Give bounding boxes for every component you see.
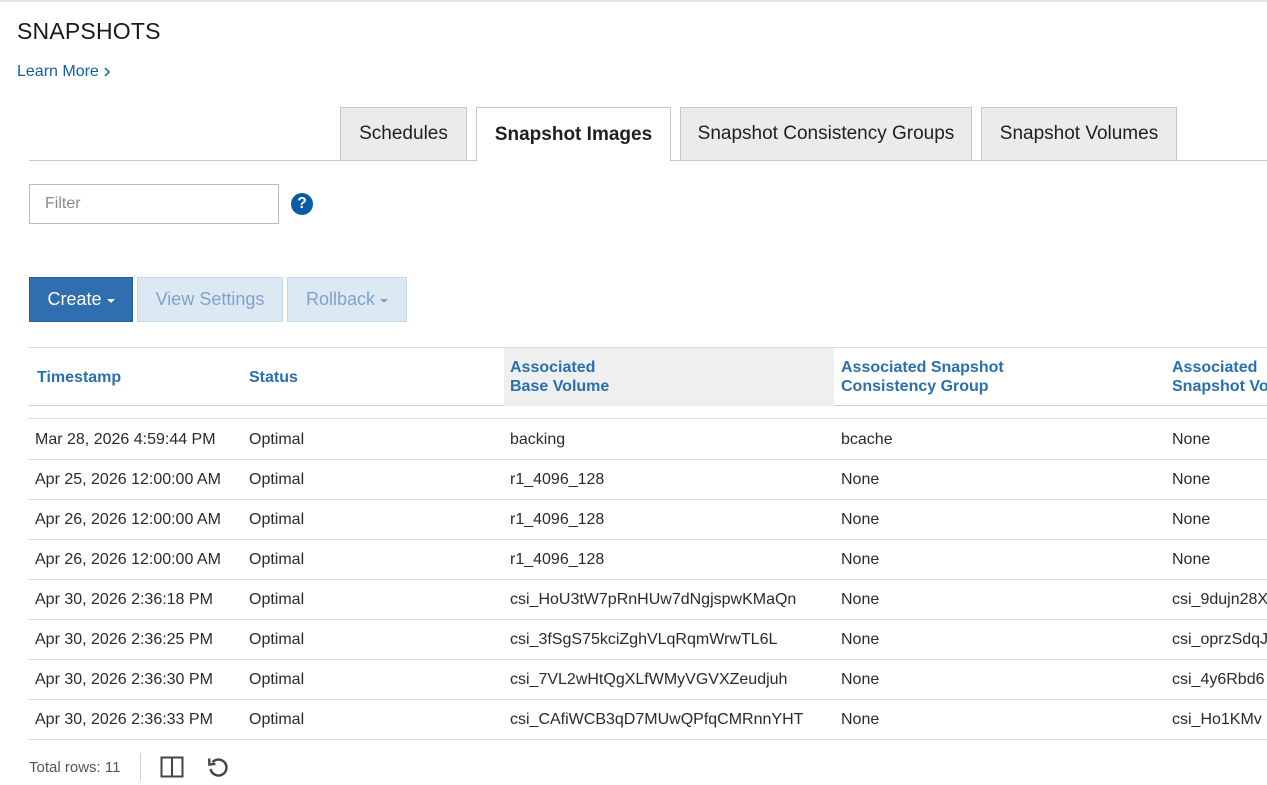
- create-button[interactable]: Create: [29, 277, 133, 322]
- column-header-text: Associated Snapshot Vo: [1172, 358, 1267, 396]
- table-row[interactable]: Apr 26, 2026 12:00:00 AM Optimal r1_4096_1…: [29, 500, 1267, 540]
- cell-consistency-group: None: [841, 630, 880, 648]
- cell-consistency-group: bcache: [841, 430, 893, 448]
- tab-snapshot-images[interactable]: Snapshot Images: [476, 107, 671, 161]
- cell-snapshot-volume: None: [1172, 470, 1211, 488]
- table-row[interactable]: Apr 26, 2026 12:00:00 AM Optimal r1_4096_1…: [29, 540, 1267, 580]
- cell-status: Optimal: [249, 670, 305, 688]
- cell-base-volume: csi_3fSgS75kciZghVLqRqmWrwTL6L: [510, 630, 778, 648]
- cell-timestamp: Apr 26, 2026 12:00:00 AM: [35, 510, 221, 528]
- cell-snapshot-volume: csi_Ho1KMv: [1172, 710, 1262, 728]
- tab-snapshot-volumes[interactable]: Snapshot Volumes: [981, 107, 1177, 160]
- cell-base-volume: r1_4096_128: [510, 470, 605, 488]
- table-row[interactable]: Apr 30, 2026 2:36:18 PM Optimal csi_HoU3tW…: [29, 580, 1267, 620]
- column-header-associated-base-volume[interactable]: Associated Base Volume: [504, 348, 834, 406]
- caret-down-icon: [106, 298, 115, 303]
- tab-snapshot-consistency-groups[interactable]: Snapshot Consistency Groups: [680, 107, 972, 160]
- total-rows: Total rows: 11: [29, 758, 121, 776]
- table-header: Timestamp Status Associated Base Volume …: [29, 348, 1267, 406]
- column-header-line: Associated: [1172, 359, 1258, 376]
- column-header-status[interactable]: Status: [241, 348, 504, 406]
- column-toggle-icon[interactable]: [159, 754, 185, 780]
- table-row[interactable]: Mar 28, 2026 4:59:44 PM Optimal backing bca…: [29, 420, 1267, 460]
- column-header-line: Snapshot Vo: [1172, 378, 1267, 395]
- column-header-text: Associated Snapshot Consistency Group: [841, 358, 1004, 396]
- column-header-text: Timestamp: [37, 368, 122, 386]
- tab-label: Snapshot Images: [494, 123, 653, 145]
- caret-down-icon: [380, 298, 389, 303]
- view-settings-button[interactable]: View Settings: [137, 277, 283, 322]
- tab-schedules[interactable]: Schedules: [340, 107, 467, 160]
- column-header-text: Status: [249, 368, 298, 386]
- cell-consistency-group: None: [841, 550, 880, 568]
- tab-label: Snapshot Consistency Groups: [697, 123, 955, 144]
- column-header-timestamp[interactable]: Timestamp: [29, 348, 241, 406]
- cell-base-volume: csi_HoU3tW7pRnHUw7dNgjspwKMaQn: [510, 590, 797, 608]
- cell-base-volume: csi_CAfiWCB3qD7MUwQPfqCMRnnYHT: [510, 710, 804, 728]
- tab-label: Snapshot Volumes: [999, 123, 1159, 144]
- cell-status: Optimal: [249, 710, 305, 728]
- cell-consistency-group: None: [841, 670, 880, 688]
- cell-snapshot-volume: None: [1172, 430, 1211, 448]
- cell-timestamp: Apr 30, 2026 2:36:33 PM: [35, 710, 213, 728]
- cell-consistency-group: None: [841, 470, 880, 488]
- cell-snapshot-volume: csi_oprzSdqJ: [1172, 630, 1267, 648]
- cell-status: Optimal: [249, 550, 305, 568]
- cell-snapshot-volume: None: [1172, 510, 1211, 528]
- top-divider: [0, 0, 1267, 2]
- cell-status: Optimal: [249, 510, 305, 528]
- cell-consistency-group: None: [841, 710, 880, 728]
- rollback-label: Rollback: [305, 289, 376, 309]
- cell-timestamp: Apr 25, 2026 12:00:00 AM: [35, 470, 221, 488]
- filter-input[interactable]: [29, 184, 279, 224]
- column-header-line: Consistency Group: [841, 378, 989, 395]
- create-label: Create: [47, 289, 102, 309]
- table-row-partial: [29, 407, 1267, 419]
- column-header-line: Associated: [510, 359, 596, 376]
- cell-base-volume: r1_4096_128: [510, 510, 605, 528]
- column-header-line: Associated Snapshot: [841, 359, 1004, 376]
- cell-timestamp: Apr 30, 2026 2:36:25 PM: [35, 630, 213, 648]
- question-circle-icon[interactable]: ?: [291, 193, 313, 215]
- cell-consistency-group: None: [841, 590, 880, 608]
- cell-timestamp: Apr 26, 2026 12:00:00 AM: [35, 550, 221, 568]
- cell-timestamp: Mar 28, 2026 4:59:44 PM: [35, 430, 216, 448]
- column-header-associated-snapshot-volume[interactable]: Associated Snapshot Vo: [1165, 348, 1267, 406]
- view-settings-label: View Settings: [155, 289, 265, 309]
- learn-more-link[interactable]: Learn More: [17, 63, 111, 81]
- table-row[interactable]: Apr 25, 2026 12:00:00 AM Optimal r1_4096_1…: [29, 460, 1267, 500]
- cell-snapshot-volume: csi_4y6Rbd6: [1172, 670, 1265, 688]
- learn-more-label: Learn More: [17, 63, 99, 80]
- cell-timestamp: Apr 30, 2026 2:36:30 PM: [35, 670, 213, 688]
- cell-status: Optimal: [249, 630, 305, 648]
- tab-label: Schedules: [359, 123, 448, 144]
- cell-base-volume: r1_4096_128: [510, 550, 605, 568]
- cell-consistency-group: None: [841, 510, 880, 528]
- table-footer: Total rows: 11: [29, 752, 251, 782]
- column-header-line: Base Volume: [510, 378, 610, 395]
- rollback-button[interactable]: Rollback: [287, 277, 407, 322]
- footer-divider: [140, 753, 142, 781]
- cell-snapshot-volume: None: [1172, 550, 1211, 568]
- cell-base-volume: backing: [510, 430, 566, 448]
- column-header-associated-snapshot-consistency-group[interactable]: Associated Snapshot Consistency Group: [834, 348, 1165, 406]
- cell-timestamp: Apr 30, 2026 2:36:18 PM: [35, 590, 213, 608]
- cell-status: Optimal: [249, 590, 305, 608]
- cell-base-volume: csi_7VL2wHtQgXLfWMyVGVXZeudjuh: [510, 670, 788, 688]
- table-row[interactable]: Apr 30, 2026 2:36:33 PM Optimal csi_CAfiWC…: [29, 700, 1267, 740]
- cell-status: Optimal: [249, 470, 305, 488]
- column-header-text: Associated Base Volume: [510, 358, 609, 396]
- chevron-right-icon: [104, 67, 110, 77]
- table-row[interactable]: Apr 30, 2026 2:36:25 PM Optimal csi_3fSgS7…: [29, 620, 1267, 660]
- cell-snapshot-volume: csi_9dujn28X: [1172, 590, 1267, 608]
- table-body: Mar 28, 2026 4:59:44 PM Optimal backing bca…: [29, 420, 1267, 740]
- page-title: SNAPSHOTS: [17, 18, 161, 44]
- refresh-icon[interactable]: [205, 754, 231, 780]
- cell-status: Optimal: [249, 430, 305, 448]
- table-row[interactable]: Apr 30, 2026 2:36:30 PM Optimal csi_7VL2wH…: [29, 660, 1267, 700]
